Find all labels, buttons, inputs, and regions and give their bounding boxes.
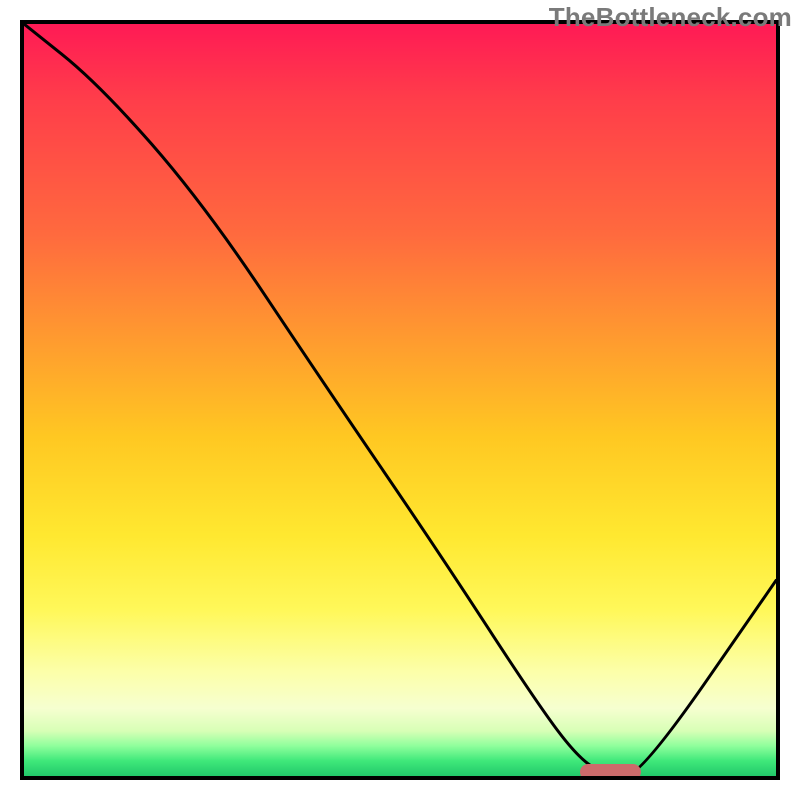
plot-area <box>20 20 780 780</box>
chart-container: TheBottleneck.com <box>0 0 800 800</box>
line-series <box>24 24 776 776</box>
optimal-marker <box>580 764 640 780</box>
watermark-text: TheBottleneck.com <box>549 2 792 33</box>
bottleneck-curve-path <box>24 24 776 776</box>
